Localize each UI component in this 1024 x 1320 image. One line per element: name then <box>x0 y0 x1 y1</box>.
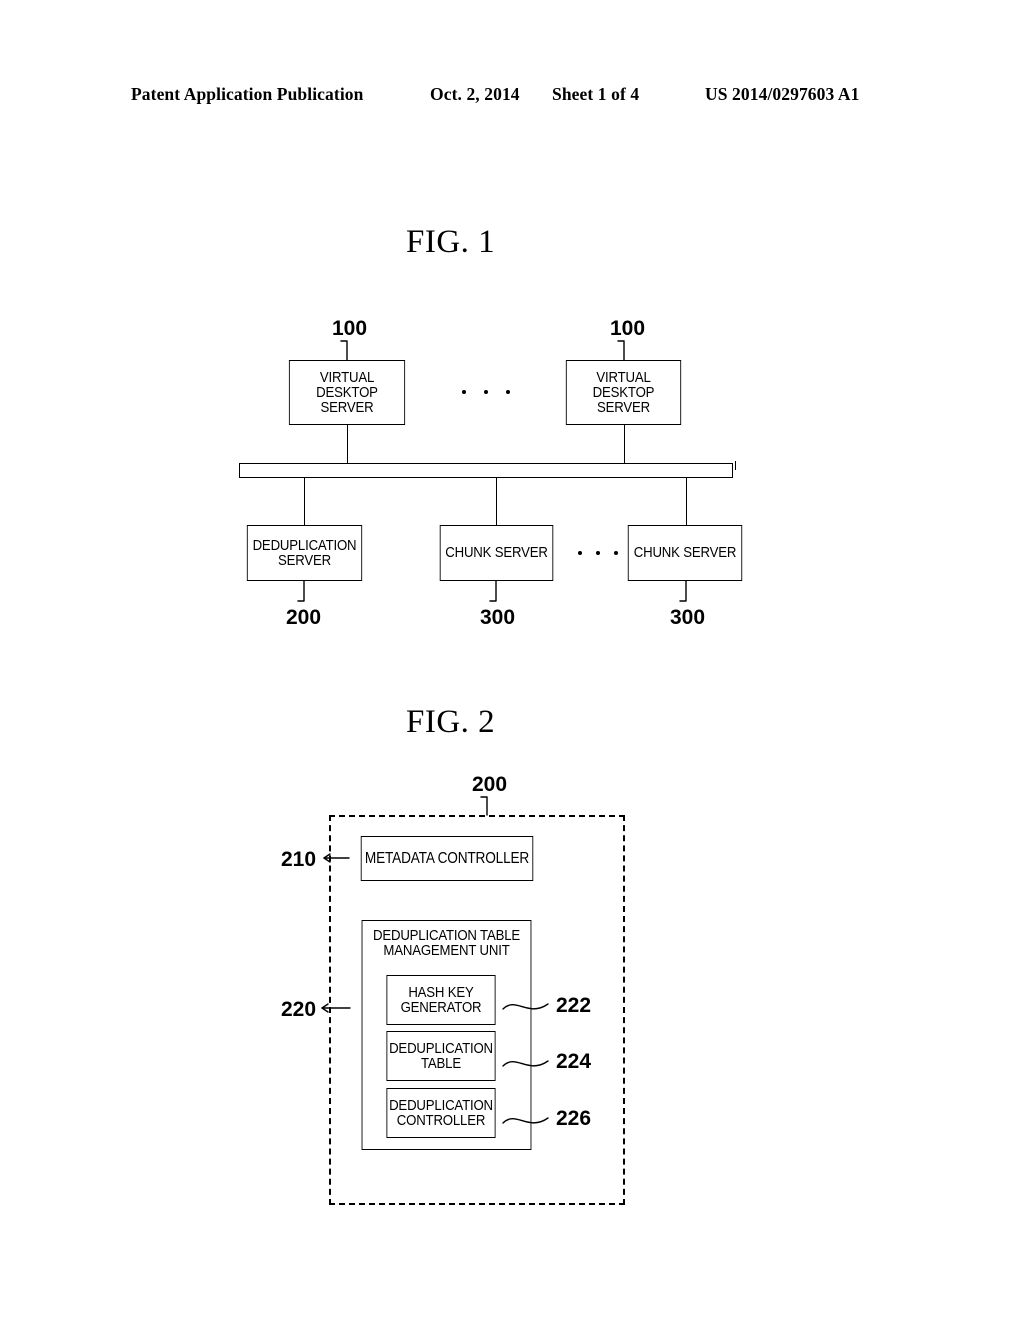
header-publication-label: Patent Application Publication <box>131 84 364 104</box>
leader-ref-300-left <box>489 580 497 602</box>
node-virtual-desktop-server-right: VIRTUAL DESKTOP SERVER <box>565 360 682 425</box>
node-deduplication-table: DEDUPLICATION TABLE <box>386 1031 496 1081</box>
node-chunk-server-left: CHUNK SERVER <box>439 525 554 581</box>
figure-1-title: FIG. 1 <box>406 224 496 260</box>
bus-bar-tick-mark <box>735 461 736 470</box>
node-label-line1: DEDUPLICATION <box>389 1096 493 1114</box>
header-patent-number: US 2014/0297603 A1 <box>705 84 860 104</box>
node-label-line1: CHUNK SERVER <box>633 544 737 562</box>
ref-210: 210 <box>281 848 317 871</box>
ref-224: 224 <box>556 1050 592 1073</box>
node-chunk-server-right: CHUNK SERVER <box>627 525 743 581</box>
node-metadata-controller: METADATA CONTROLLER <box>360 836 534 881</box>
node-label-line2: SERVER <box>320 399 374 417</box>
ref-200-fig2: 200 <box>472 773 508 796</box>
leader-ref-200-fig2 <box>480 796 488 816</box>
leader-ref-100-right <box>617 340 625 361</box>
node-hash-key-generator: HASH KEY GENERATOR <box>386 975 496 1025</box>
ref-100-left: 100 <box>332 317 368 340</box>
page-header: Patent Application Publication Oct. 2, 2… <box>0 84 1024 114</box>
connector-vds-right-to-bus <box>624 425 625 463</box>
node-label-line1: CHUNK SERVER <box>445 544 548 562</box>
leader-ref-300-right <box>679 580 687 602</box>
ref-100-right: 100 <box>610 317 646 340</box>
ref-226: 226 <box>556 1107 592 1130</box>
figure-2-title: FIG. 2 <box>406 704 496 740</box>
node-label-line2: GENERATOR <box>400 999 482 1016</box>
leader-ref-220-arrow <box>321 1003 329 1013</box>
node-label-line1: VIRTUAL DESKTOP <box>592 368 655 401</box>
ref-220: 220 <box>281 998 317 1021</box>
node-label-line2: MANAGEMENT UNIT <box>383 942 510 960</box>
node-deduplication-controller: DEDUPLICATION CONTROLLER <box>386 1088 496 1138</box>
leader-ref-200-fig1 <box>297 580 305 602</box>
node-label-line1: DEDUPLICATION <box>252 536 357 554</box>
ref-300-right: 300 <box>670 606 706 629</box>
node-label-line2: TABLE <box>421 1055 461 1072</box>
connector-bus-to-chunk-server-right <box>686 478 687 525</box>
ellipsis-chunk-servers <box>578 551 618 555</box>
connector-bus-to-dedup-server <box>304 478 305 525</box>
node-virtual-desktop-server-left: VIRTUAL DESKTOP SERVER <box>288 360 406 425</box>
ellipsis-virtual-desktop-servers <box>462 390 510 394</box>
node-label-line1: VIRTUAL DESKTOP <box>316 368 378 401</box>
ref-200-fig1: 200 <box>286 606 322 629</box>
leader-ref-100-left <box>340 340 348 361</box>
node-label-line2: CONTROLLER <box>396 1112 486 1129</box>
connector-bus-to-chunk-server-left <box>496 478 497 525</box>
node-label-line1: DEDUPLICATION <box>389 1039 493 1057</box>
header-sheet-label: Sheet 1 of 4 <box>552 84 640 104</box>
node-label-line2: SERVER <box>277 552 331 569</box>
network-bus-bar <box>239 463 733 478</box>
node-label-line2: SERVER <box>597 399 650 417</box>
node-label-line1: DEDUPLICATION TABLE <box>372 927 521 944</box>
connector-vds-left-to-bus <box>347 425 348 463</box>
node-label-line1: METADATA CONTROLLER <box>364 849 530 867</box>
ref-300-left: 300 <box>480 606 516 629</box>
header-date-label: Oct. 2, 2014 <box>430 84 520 104</box>
node-label-line1: HASH KEY <box>408 983 474 1001</box>
node-deduplication-server: DEDUPLICATION SERVER <box>246 525 363 581</box>
ref-222: 222 <box>556 994 592 1017</box>
